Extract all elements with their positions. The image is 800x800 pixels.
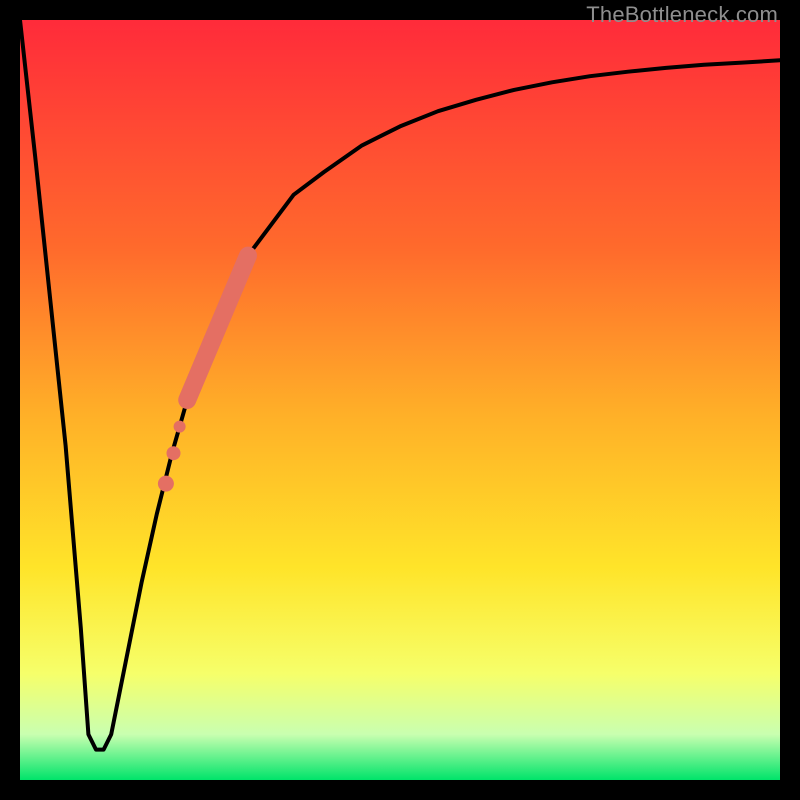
bottleneck-chart bbox=[20, 20, 780, 780]
gradient-background bbox=[20, 20, 780, 780]
highlight-dot bbox=[167, 446, 181, 460]
highlight-dot bbox=[174, 421, 186, 433]
chart-frame bbox=[20, 20, 780, 780]
watermark-text: TheBottleneck.com bbox=[586, 2, 778, 28]
highlight-dot bbox=[158, 476, 174, 492]
